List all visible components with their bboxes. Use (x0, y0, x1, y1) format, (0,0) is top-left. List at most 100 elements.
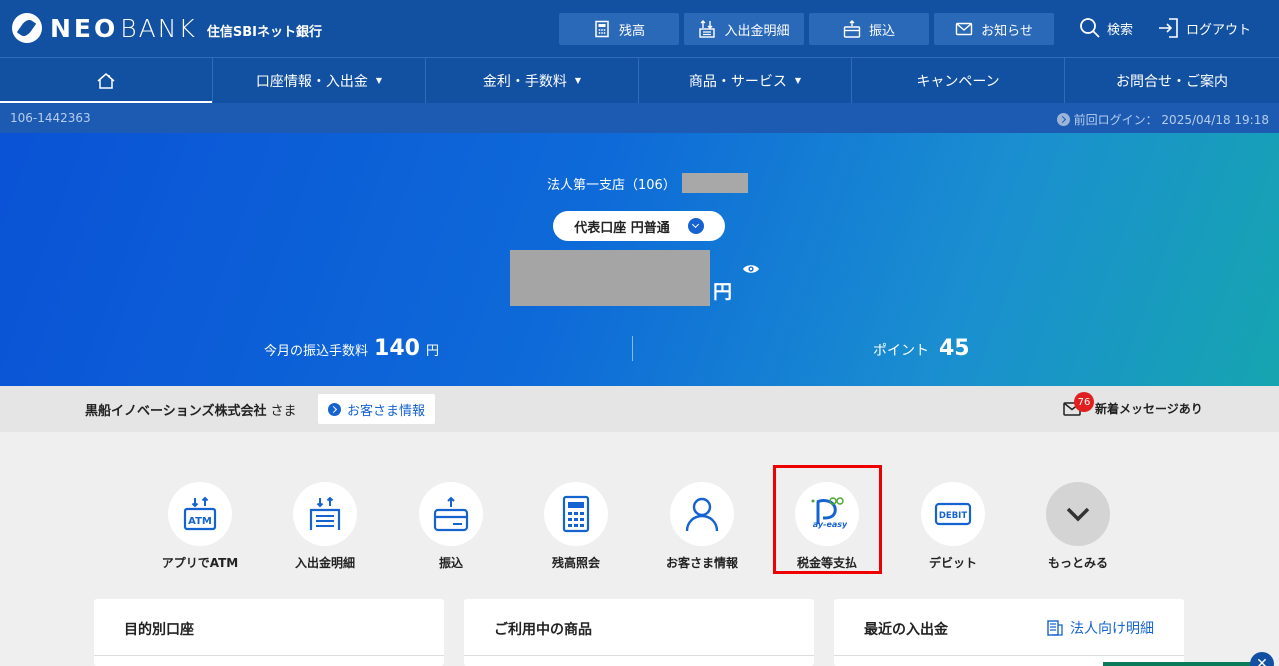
quick-more-label: もっとみる (1047, 556, 1108, 570)
arrow-circle-icon (1056, 113, 1070, 126)
logout-icon (1159, 18, 1178, 38)
fee-unit: 円 (425, 344, 439, 359)
points: ポイント 45 (873, 336, 970, 361)
main-nav: 口座情報・入出金 ▼ 金利・手数料 ▼ 商品・サービス ▼ キャンペーン お問合せ・ご… (0, 57, 1279, 104)
home-icon (97, 72, 115, 89)
purpose-accounts-card: 目的別口座 (94, 599, 444, 666)
quick-balance-circle (544, 482, 608, 546)
balance-button[interactable]: 残高 (559, 13, 679, 45)
brand-neo: NEO (50, 13, 119, 43)
products-title: ご利用中の商品 (494, 622, 592, 638)
quick-debit[interactable]: DEBIT デビット (898, 482, 1008, 571)
person-icon (685, 497, 719, 532)
statement-button[interactable]: 入出金明細 (684, 13, 804, 45)
arrow-circle-icon (327, 402, 341, 416)
eye-icon[interactable] (742, 263, 760, 275)
calculator-icon (562, 495, 590, 533)
nav-account-info[interactable]: 口座情報・入出金 ▼ (213, 58, 426, 103)
top-bar: NEO BANK 住信SBIネット銀行 残高 入出金明細 振込 お知らせ 検索 … (0, 0, 1279, 57)
corporate-statement-label: 法人向け明細 (1070, 621, 1154, 637)
nav-account-info-label: 口座情報・入出金 (255, 73, 368, 90)
logout-label: ログアウト (1186, 22, 1252, 38)
quick-atm-circle: ATM (168, 482, 232, 546)
nav-campaign-label: キャンペーン (916, 73, 1000, 90)
calculator-icon (595, 20, 609, 38)
search-link[interactable]: 検索 (1079, 14, 1133, 42)
quick-statement[interactable]: 入出金明細 (270, 482, 380, 571)
points-label: ポイント (873, 343, 929, 359)
nav-products[interactable]: 商品・サービス ▼ (639, 58, 852, 103)
points-value: 45 (939, 336, 970, 361)
transfer-label: 振込 (868, 23, 895, 39)
quick-balance-label: 残高照会 (551, 556, 600, 570)
notice-label: お知らせ (981, 23, 1033, 39)
quick-statement-label: 入出金明細 (294, 556, 355, 570)
branch-name: 法人第一支店（106） (547, 177, 676, 193)
nav-rates-fees[interactable]: 金利・手数料 ▼ (426, 58, 639, 103)
hero-divider (632, 336, 633, 361)
quick-more[interactable]: もっとみる (1023, 482, 1133, 571)
recent-transactions-card: 最近の入出金 法人向け明細 (834, 599, 1184, 666)
brand-bank: BANK (120, 13, 197, 43)
svg-text:DEBIT: DEBIT (939, 511, 968, 521)
products-card: ご利用中の商品 (464, 599, 814, 666)
card-divider (94, 655, 444, 656)
caret-down-icon: ▼ (794, 76, 802, 85)
balance-unit: 円 (713, 281, 733, 303)
highlight-box (773, 465, 882, 574)
chat-widget-strip (1103, 662, 1253, 666)
brand-subtitle: 住信SBIネット銀行 (206, 25, 322, 40)
nav-campaign[interactable]: キャンペーン (852, 58, 1065, 103)
nav-contact-label: お問合せ・ご案内 (1116, 73, 1228, 90)
redacted-account (681, 173, 748, 193)
balance-hero: 法人第一支店（106） 代表口座 円普通 円 今月の振込手数料 140 円 ポイ… (0, 133, 1279, 386)
nav-rates-fees-label: 金利・手数料 (482, 73, 567, 90)
nav-home[interactable] (0, 58, 213, 104)
customer-info-button[interactable]: お客さま情報 (318, 394, 435, 424)
balance-label: 残高 (618, 23, 645, 39)
logout-link[interactable]: ログアウト (1158, 14, 1251, 42)
quick-debit-circle: DEBIT (921, 482, 985, 546)
company-name-text: 黒船イノベーションズ株式会社 (85, 404, 267, 419)
purpose-accounts-title: 目的別口座 (124, 622, 194, 638)
recent-transactions-title: 最近の入出金 (864, 622, 948, 638)
nav-products-label: 商品・サービス (688, 73, 787, 90)
corporate-statement-link[interactable]: 法人向け明細 (1046, 618, 1154, 638)
caret-down-icon: ▼ (574, 76, 582, 85)
fee-value: 140 (374, 336, 420, 361)
search-label: 検索 (1107, 22, 1134, 38)
redacted-balance (510, 250, 710, 306)
last-login-text: 前回ログイン： 2025/04/18 19:18 (1073, 113, 1269, 127)
transfer-arrows-icon (699, 20, 716, 38)
statement-icon (309, 496, 341, 530)
transfer-button[interactable]: 振込 (809, 13, 929, 45)
neobank-logo-icon (12, 13, 42, 43)
transfer-card-icon (433, 496, 469, 532)
quick-customer-info[interactable]: お客さま情報 (647, 482, 757, 571)
nav-contact[interactable]: お問合せ・ご案内 (1065, 58, 1279, 103)
honorific: さま (270, 404, 297, 419)
debit-icon: DEBIT (934, 502, 972, 526)
quick-balance[interactable]: 残高照会 (521, 482, 631, 571)
fee-label: 今月の振込手数料 (264, 344, 369, 359)
close-icon[interactable]: ✕ (1250, 652, 1274, 666)
quick-transfer[interactable]: 振込 (396, 482, 506, 571)
info-bar: 106-1442363 前回ログイン： 2025/04/18 19:18 (0, 103, 1279, 133)
document-grid-icon (1047, 620, 1063, 636)
new-messages-text: 新着メッセージあり (1095, 402, 1203, 416)
mail-icon (955, 22, 973, 36)
search-icon (1080, 18, 1100, 38)
quick-atm[interactable]: ATM アプリでATM (145, 482, 255, 571)
quick-customer-info-circle (670, 482, 734, 546)
quick-more-circle (1046, 482, 1110, 546)
quick-customer-info-label: お客さま情報 (665, 556, 738, 570)
card-icon (843, 20, 861, 38)
notice-button[interactable]: お知らせ (934, 13, 1054, 45)
message-count-badge: 76 (1074, 392, 1094, 412)
company-name: 黒船イノベーションズ株式会社 さま (85, 400, 297, 419)
account-select[interactable]: 代表口座 円普通 (553, 211, 725, 241)
card-divider (834, 655, 1184, 656)
transfer-fee: 今月の振込手数料 140 円 (264, 336, 439, 361)
brand-logo[interactable]: NEO BANK 住信SBIネット銀行 (12, 12, 322, 44)
atm-icon: ATM (183, 496, 217, 531)
